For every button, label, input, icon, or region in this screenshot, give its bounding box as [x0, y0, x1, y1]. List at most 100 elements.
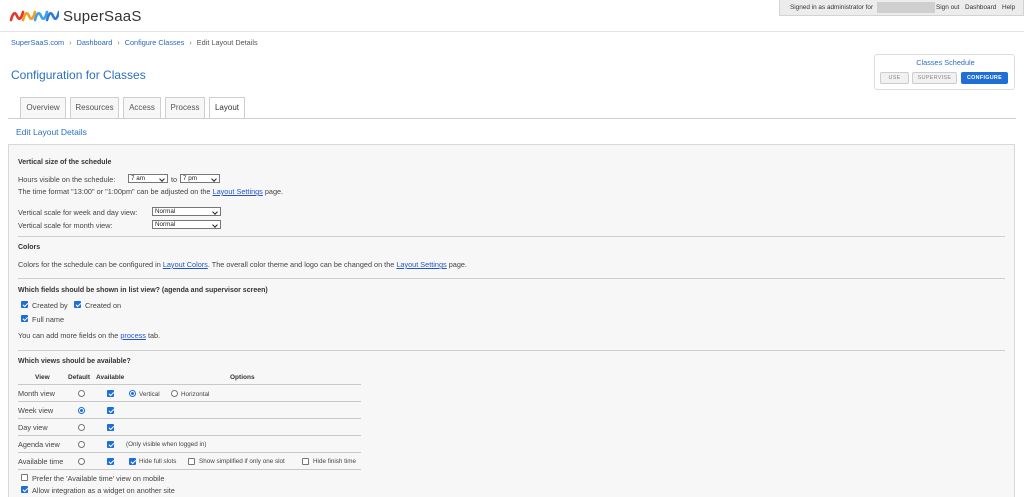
hours-to-label: to: [171, 175, 178, 184]
chevron-right-icon: ›: [189, 38, 192, 47]
divider: [18, 236, 1005, 237]
process-link[interactable]: process: [120, 331, 146, 340]
dashboard-link[interactable]: Dashboard: [965, 4, 996, 11]
breadcrumb-dashboard[interactable]: Dashboard: [77, 38, 113, 47]
created-on-checkbox[interactable]: [74, 301, 81, 308]
col-available: Available: [96, 374, 125, 381]
signed-in-text: Signed in as administrator for: [790, 4, 874, 11]
tab-access[interactable]: Access: [123, 97, 161, 118]
redacted-account: [877, 2, 935, 13]
available-checkbox-week[interactable]: [107, 407, 114, 414]
vertical-size-heading: Vertical size of the schedule: [18, 159, 112, 166]
more-fields-end: tab.: [147, 331, 161, 340]
hours-label: Hours visible on the schedule:: [18, 175, 116, 184]
hours-from-select[interactable]: 7 am: [128, 174, 168, 183]
table-line: [18, 452, 361, 453]
logo[interactable]: SuperSaaS: [9, 7, 142, 25]
full-name-label: Full name: [32, 315, 65, 324]
more-fields-text: You can add more fields on the: [18, 331, 119, 340]
default-radio-month[interactable]: [78, 390, 85, 397]
default-radio-available[interactable]: [78, 458, 85, 465]
logo-icon: [9, 10, 59, 22]
week-scale-select[interactable]: Normal: [152, 207, 221, 216]
view-name: Day view: [18, 423, 48, 432]
colors-text-start: Colors for the schedule can be configure…: [18, 260, 161, 269]
hide-full-slots-checkbox[interactable]: [129, 458, 136, 465]
divider: [18, 278, 1005, 279]
available-checkbox-agenda[interactable]: [107, 441, 114, 448]
breadcrumb-supersaas[interactable]: SuperSaaS.com: [11, 38, 64, 47]
hide-full-slots-label: Hide full slots: [139, 458, 177, 465]
month-horizontal-radio[interactable]: [171, 390, 178, 397]
available-checkbox-available[interactable]: [107, 458, 114, 465]
configure-button[interactable]: CONFIGURE: [961, 72, 1008, 84]
month-vertical-radio[interactable]: [129, 390, 136, 397]
supervise-button[interactable]: SUPERVISE: [912, 72, 957, 84]
created-by-label: Created by: [32, 301, 68, 310]
agenda-note: (Only visible when logged in): [126, 441, 207, 448]
tab-overview[interactable]: Overview: [20, 97, 66, 118]
schedule-box: Classes Schedule USE SUPERVISE CONFIGURE: [874, 54, 1015, 90]
col-options: Options: [230, 374, 255, 381]
view-name: Week view: [18, 406, 54, 415]
month-scale-label: Vertical scale for month view:: [18, 221, 113, 230]
colors-text-end: page.: [448, 260, 467, 269]
view-name: Available time: [18, 457, 64, 466]
col-view: View: [35, 374, 50, 381]
month-vertical-label: Vertical: [139, 391, 160, 398]
colors-heading: Colors: [18, 244, 41, 251]
table-line: [18, 418, 361, 419]
col-default: Default: [68, 374, 91, 381]
table-line: [18, 469, 361, 470]
schedule-name[interactable]: Classes Schedule: [875, 58, 1016, 67]
use-button[interactable]: USE: [880, 72, 909, 84]
hide-finish-time-label: Hide finish time: [313, 458, 357, 465]
layout-settings-link[interactable]: Layout Settings: [213, 187, 263, 196]
prefer-mobile-checkbox[interactable]: [21, 474, 28, 481]
month-scale-select[interactable]: Normal: [152, 220, 221, 229]
time-format-note: The time format "13:00" or "1:00pm" can …: [18, 187, 283, 196]
help-link[interactable]: Help: [1002, 4, 1015, 11]
show-simplified-label: Show simplified if only one slot: [199, 458, 285, 465]
chevron-right-icon: ›: [69, 38, 72, 47]
view-name: Month view: [18, 389, 55, 398]
colors-text-mid: . The overall color theme and logo can b…: [207, 260, 395, 269]
default-radio-agenda[interactable]: [78, 441, 85, 448]
list-fields-heading: Which fields should be shown in list vie…: [18, 287, 268, 294]
month-horizontal-label: Horizontal: [181, 391, 210, 398]
full-name-checkbox[interactable]: [21, 315, 28, 322]
tab-divider: [8, 118, 1016, 119]
table-line: [18, 435, 361, 436]
page-title: Configuration for Classes: [11, 68, 146, 82]
tab-process[interactable]: Process: [165, 97, 205, 118]
header-divider: [0, 31, 1024, 32]
divider: [18, 350, 1005, 351]
layout-colors-link[interactable]: Layout Colors: [163, 260, 208, 269]
hours-to-select[interactable]: 7 pm: [180, 174, 220, 183]
more-fields-note: You can add more fields on the process t…: [18, 331, 160, 340]
table-line: [18, 401, 361, 402]
sign-out-link[interactable]: Sign out: [936, 4, 959, 11]
created-on-label: Created on: [85, 301, 122, 310]
created-by-checkbox[interactable]: [21, 301, 28, 308]
prefer-mobile-label: Prefer the 'Available time' view on mobi…: [32, 474, 165, 483]
layout-settings-link-2[interactable]: Layout Settings: [396, 260, 446, 269]
default-radio-day[interactable]: [78, 424, 85, 431]
tab-resources[interactable]: Resources: [70, 97, 119, 118]
available-checkbox-month[interactable]: [107, 390, 114, 397]
allow-widget-label: Allow integration as a widget on another…: [32, 486, 175, 495]
table-line: [18, 384, 361, 385]
tab-layout[interactable]: Layout: [209, 97, 245, 119]
time-format-note-text: The time format "13:00" or "1:00pm" can …: [18, 187, 211, 196]
section-subheading: Edit Layout Details: [16, 127, 87, 137]
allow-widget-checkbox[interactable]: [21, 486, 28, 493]
default-radio-week[interactable]: [78, 407, 85, 414]
available-checkbox-day[interactable]: [107, 424, 114, 431]
user-bar: Signed in as administrator for Sign out …: [779, 0, 1024, 16]
views-heading: Which views should be available?: [18, 358, 131, 365]
time-format-note-end: page.: [264, 187, 284, 196]
show-simplified-checkbox[interactable]: [188, 458, 195, 465]
breadcrumb-current: Edit Layout Details: [196, 38, 258, 47]
breadcrumb-configure-classes[interactable]: Configure Classes: [125, 38, 185, 47]
hide-finish-time-checkbox[interactable]: [302, 458, 309, 465]
